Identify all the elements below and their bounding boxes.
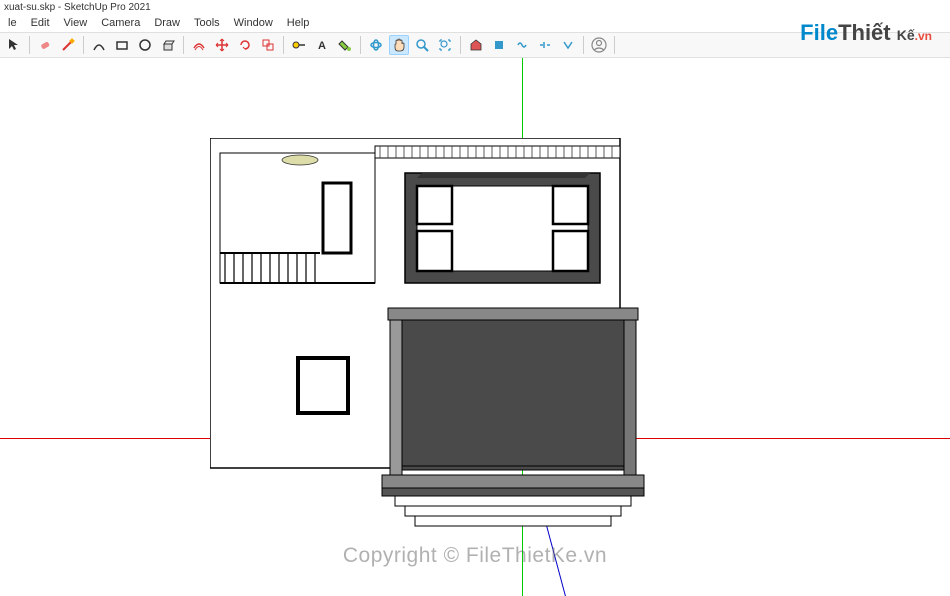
toolbar-separator <box>583 36 584 54</box>
user-icon[interactable] <box>589 35 609 55</box>
menu-draw[interactable]: Draw <box>148 15 186 31</box>
toolbar-separator <box>360 36 361 54</box>
warehouse-tool[interactable] <box>466 35 486 55</box>
logo-thiet: Thiết <box>838 20 891 45</box>
rotate-tool[interactable] <box>235 35 255 55</box>
extension-tool-4[interactable] <box>558 35 578 55</box>
tape-measure-tool[interactable] <box>289 35 309 55</box>
line-tool[interactable] <box>58 35 78 55</box>
watermark-copyright: Copyright © FileThietKe.vn <box>343 544 607 568</box>
extension-tool-1[interactable] <box>489 35 509 55</box>
pan-tool[interactable] <box>389 35 409 55</box>
rectangle-tool[interactable] <box>112 35 132 55</box>
select-tool[interactable] <box>4 35 24 55</box>
extension-tool-2[interactable] <box>512 35 532 55</box>
building-model <box>210 138 650 538</box>
text-tool[interactable]: A <box>312 35 332 55</box>
toolbar-separator <box>29 36 30 54</box>
toolbar-separator <box>460 36 461 54</box>
window-title: xuat-su.skp - SketchUp Pro 2021 <box>4 2 151 13</box>
logo-file: File <box>800 20 838 45</box>
zoom-extents-tool[interactable] <box>435 35 455 55</box>
toolbar-separator <box>83 36 84 54</box>
menu-tools[interactable]: Tools <box>188 15 226 31</box>
toolbar-separator <box>183 36 184 54</box>
menu-window[interactable]: Window <box>228 15 279 31</box>
push-pull-tool[interactable] <box>158 35 178 55</box>
eraser-tool[interactable] <box>35 35 55 55</box>
arc-tool[interactable] <box>89 35 109 55</box>
menu-file[interactable]: le <box>2 15 23 31</box>
svg-text:A: A <box>318 40 326 52</box>
paint-bucket-tool[interactable] <box>335 35 355 55</box>
zoom-tool[interactable] <box>412 35 432 55</box>
watermark-logo: FileThiết Kế.vn <box>800 20 932 46</box>
toolbar-separator <box>283 36 284 54</box>
logo-ke: Kế <box>897 27 915 43</box>
scale-tool[interactable] <box>258 35 278 55</box>
menu-camera[interactable]: Camera <box>95 15 146 31</box>
menu-help[interactable]: Help <box>281 15 316 31</box>
viewport[interactable] <box>0 58 950 596</box>
toolbar-separator <box>614 36 615 54</box>
logo-vn: .vn <box>915 29 932 43</box>
menu-view[interactable]: View <box>58 15 94 31</box>
title-bar: xuat-su.skp - SketchUp Pro 2021 <box>0 0 950 14</box>
extension-tool-3[interactable] <box>535 35 555 55</box>
move-tool[interactable] <box>212 35 232 55</box>
menu-edit[interactable]: Edit <box>25 15 56 31</box>
circle-tool[interactable] <box>135 35 155 55</box>
offset-tool[interactable] <box>189 35 209 55</box>
orbit-tool[interactable] <box>366 35 386 55</box>
